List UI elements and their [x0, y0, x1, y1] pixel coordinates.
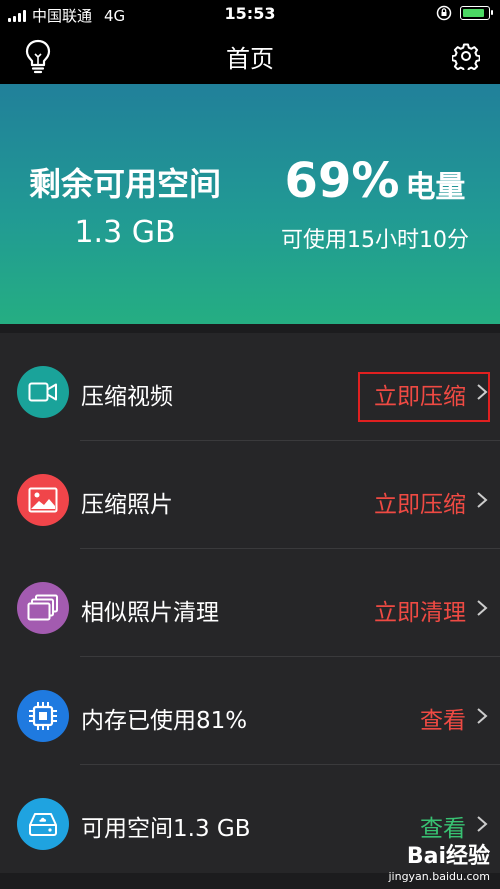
list-item-label: 压缩照片 [81, 492, 173, 518]
page-title: 首页 [226, 45, 274, 73]
clock: 15:53 [224, 4, 276, 23]
battery-unit: 电量 [405, 170, 466, 205]
orientation-lock-icon [436, 5, 452, 21]
chevron-right-icon [477, 708, 488, 724]
disk-icon [17, 798, 69, 850]
summary-banner: 剩余可用空间 1.3 GB 69% 电量 可使用15小时10分 [0, 84, 500, 324]
list-item-memory[interactable]: 内存已使用81% 查看 [0, 657, 500, 765]
storage-summary: 剩余可用空间 1.3 GB [0, 159, 250, 250]
chevron-right-icon [477, 600, 488, 616]
storage-value: 1.3 GB [74, 215, 176, 250]
list-item-label: 内存已使用81% [81, 708, 248, 734]
status-bar: 中国联通 4G 15:53 [0, 0, 500, 28]
chevron-right-icon [477, 816, 488, 832]
nav-bar: 首页 [0, 28, 500, 84]
image-icon [17, 474, 69, 526]
list-item-label: 可用空间1.3 GB [81, 816, 251, 842]
battery-percent: 69% [284, 153, 400, 209]
view-button[interactable]: 查看 [420, 701, 466, 735]
battery-summary: 69% 电量 可使用15小时10分 [250, 152, 500, 254]
compress-now-button[interactable]: 立即压缩 [374, 485, 466, 519]
list-item-compress-photo[interactable]: 压缩照片 立即压缩 [0, 441, 500, 549]
clean-now-button[interactable]: 立即清理 [374, 593, 466, 627]
watermark-brand: Bai经验 [406, 844, 490, 869]
battery-time: 可使用15小时10分 [281, 228, 469, 253]
list-item-similar-photos[interactable]: 相似照片清理 立即清理 [0, 549, 500, 657]
gear-icon[interactable] [452, 42, 480, 70]
battery-icon [460, 6, 493, 20]
list-item-label: 相似照片清理 [81, 600, 219, 626]
storage-label: 剩余可用空间 [28, 165, 221, 203]
watermark: Bai经验 jingyan.baidu.com [388, 838, 490, 883]
chip-icon [17, 690, 69, 742]
video-camera-icon [17, 366, 69, 418]
watermark-url: jingyan.baidu.com [388, 870, 490, 883]
annotation-highlight-box [358, 372, 490, 422]
photos-stack-icon [17, 582, 69, 634]
chevron-right-icon [477, 492, 488, 508]
list-item-label: 压缩视频 [81, 384, 173, 410]
